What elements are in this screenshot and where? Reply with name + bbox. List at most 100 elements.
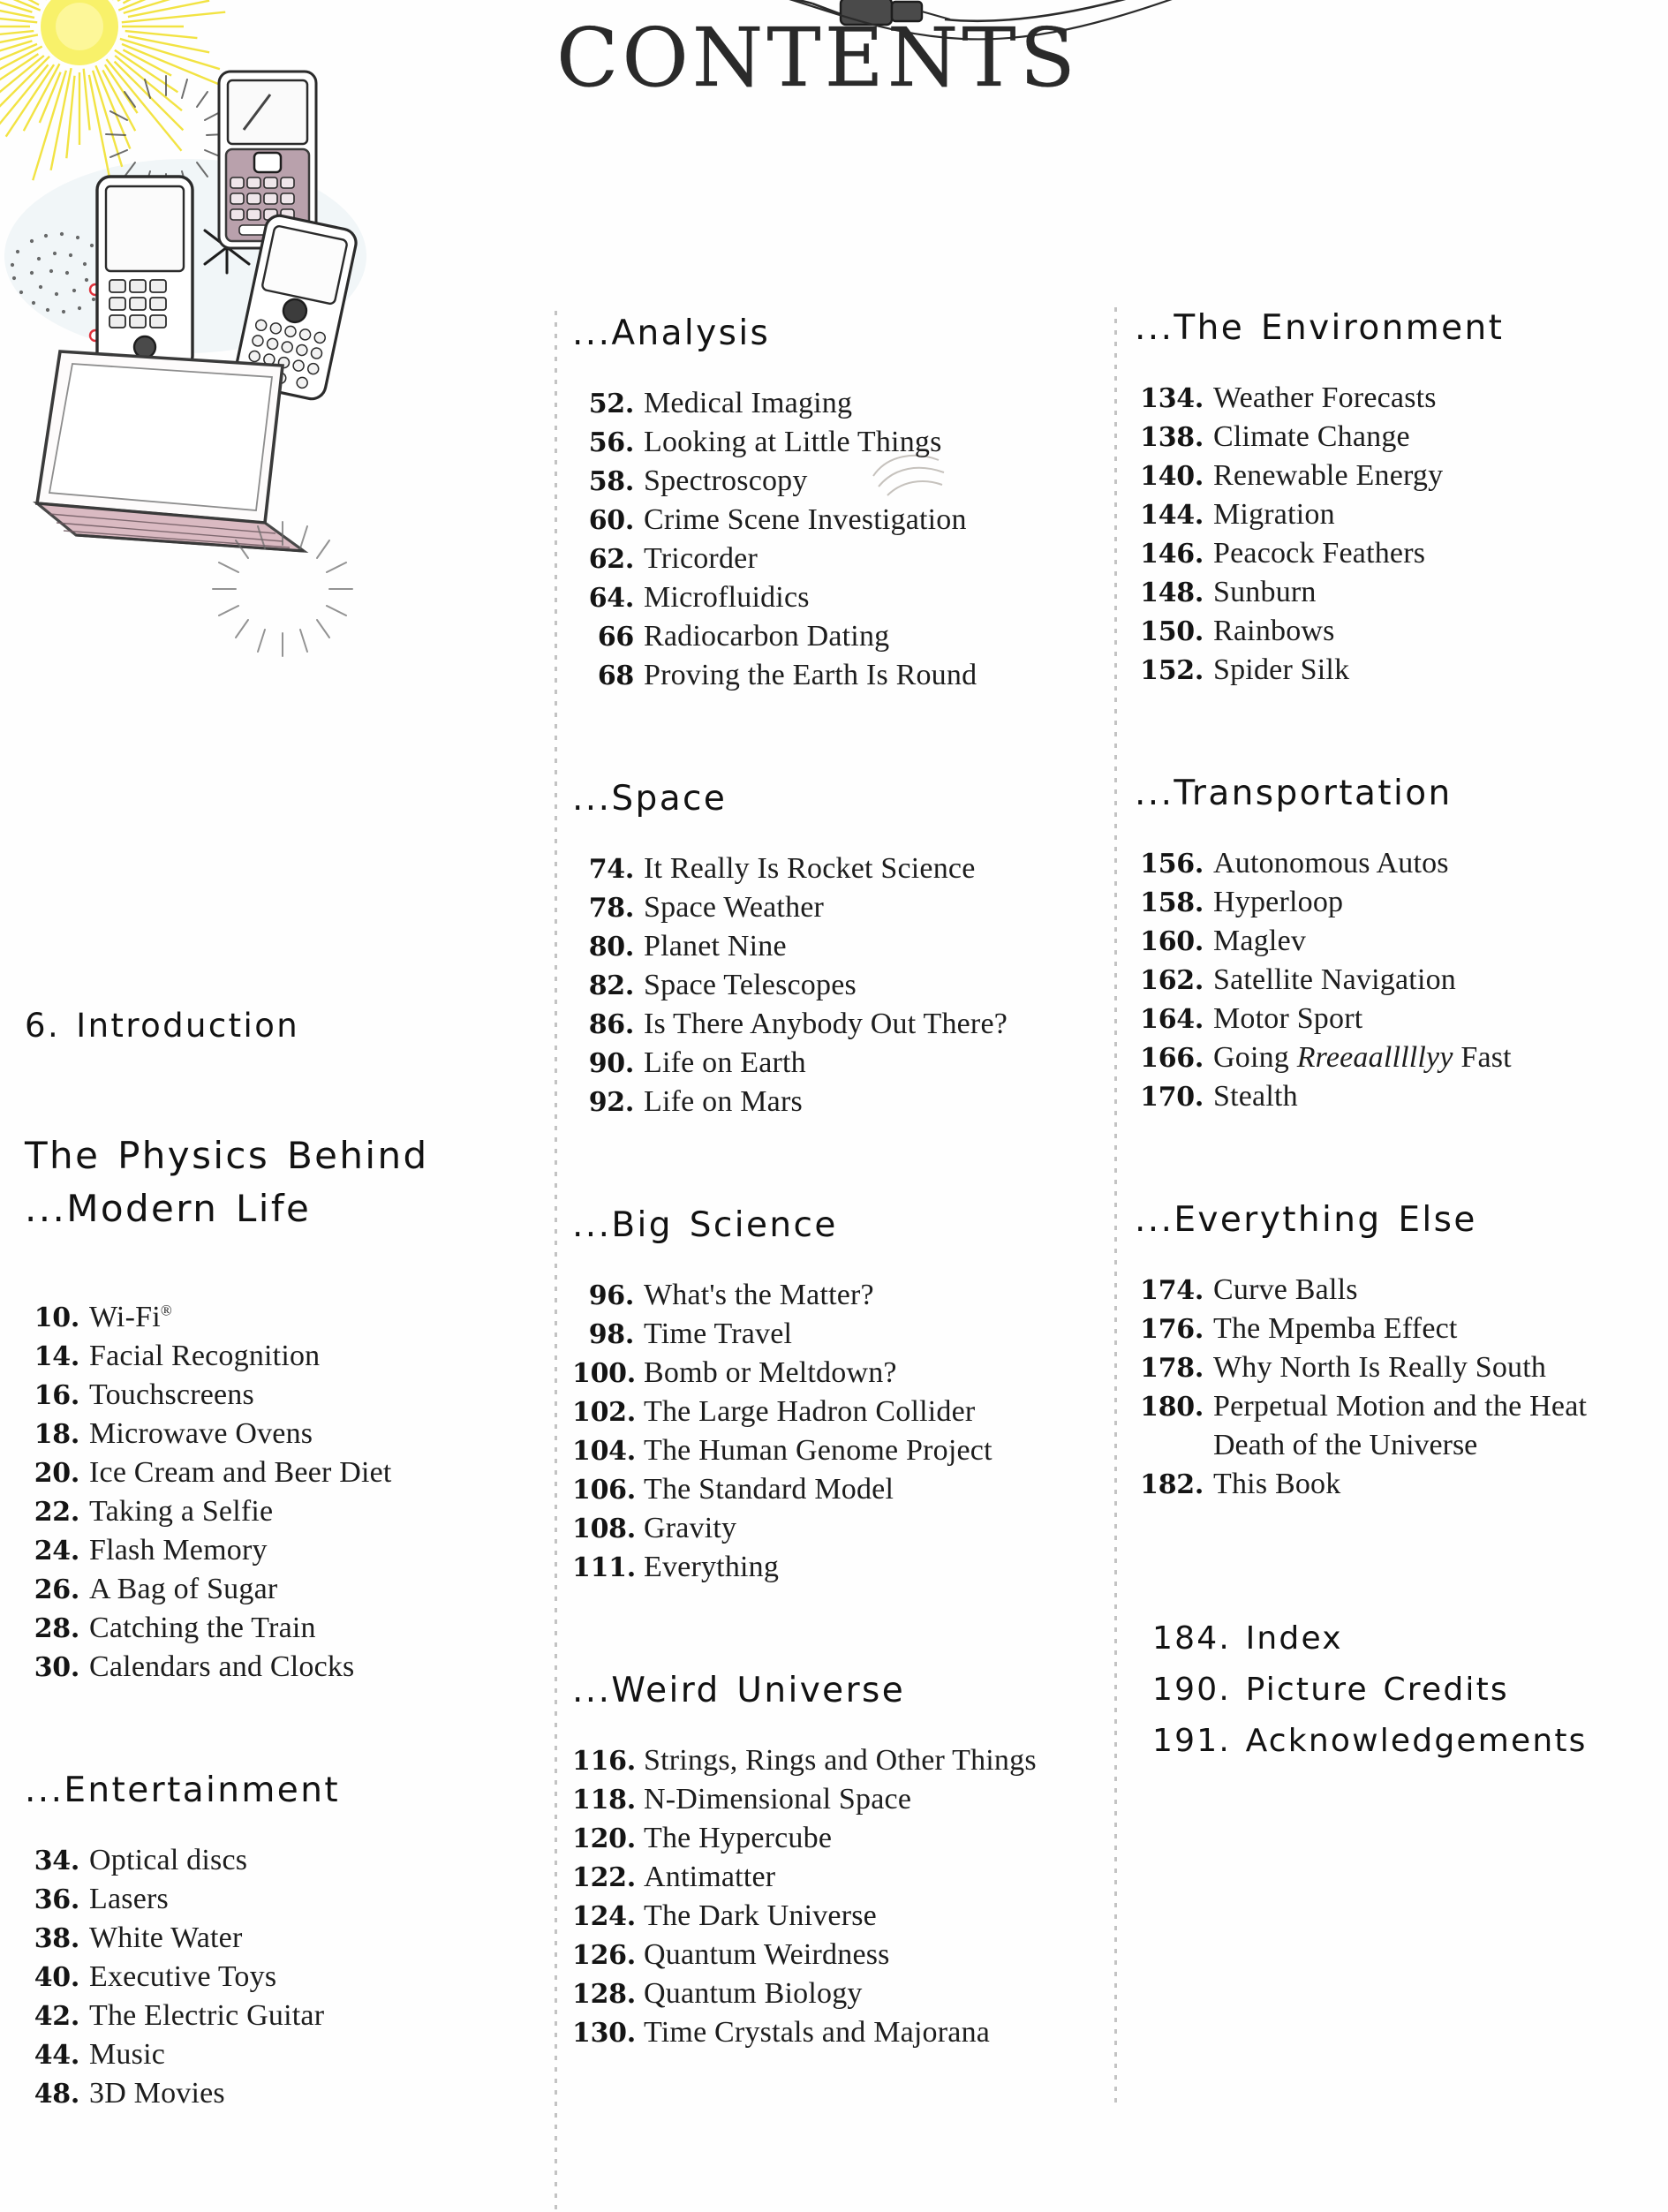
toc-entry[interactable]: 68 Proving the Earth Is Round bbox=[572, 656, 1102, 695]
toc-entry-page-number: 90. bbox=[588, 1047, 635, 1079]
toc-entry[interactable]: 52. Medical Imaging bbox=[572, 384, 1102, 423]
toc-entry[interactable]: 152. Spider Silk bbox=[1135, 651, 1651, 690]
toc-entry[interactable]: 170. Stealth bbox=[1135, 1077, 1651, 1116]
toc-entry[interactable]: 64. Microfluidics bbox=[572, 578, 1102, 617]
toc-entry[interactable]: 111. Everything bbox=[572, 1548, 1102, 1587]
toc-entry[interactable]: 156. Autonomous Autos bbox=[1135, 844, 1651, 883]
toc-entry[interactable]: 14. Facial Recognition bbox=[25, 1337, 546, 1376]
toc-entry-page-number: 170. bbox=[1140, 1081, 1204, 1113]
toc-entry[interactable]: 58. Spectroscopy bbox=[572, 462, 1102, 501]
toc-entry[interactable]: 30. Calendars and Clocks bbox=[25, 1648, 546, 1687]
toc-entry-title: Is There Anybody Out There? bbox=[644, 1007, 1008, 1040]
toc-entry[interactable]: 28. Catching the Train bbox=[25, 1609, 546, 1648]
toc-entry[interactable]: 22. Taking a Selfie bbox=[25, 1492, 546, 1531]
toc-entry[interactable]: 98. Time Travel bbox=[572, 1315, 1102, 1354]
toc-entry[interactable]: 78. Space Weather bbox=[572, 888, 1102, 927]
toc-entry-continuation: Death of the Universe bbox=[1213, 1428, 1478, 1461]
toc-entry[interactable]: 102. The Large Hadron Collider bbox=[572, 1393, 1102, 1431]
toc-entry[interactable]: 18. Microwave Ovens bbox=[25, 1415, 546, 1453]
toc-entry[interactable]: 66 Radiocarbon Dating bbox=[572, 617, 1102, 656]
toc-entry[interactable]: 20. Ice Cream and Beer Diet bbox=[25, 1453, 546, 1492]
toc-entry-page-number: 58. bbox=[588, 465, 635, 497]
toc-entry[interactable]: 138. Climate Change bbox=[1135, 418, 1651, 457]
toc-entry-page-number: 130. bbox=[572, 2017, 636, 2049]
toc-entry[interactable]: 38. White Water bbox=[25, 1919, 546, 1958]
toc-entry-title: What's the Matter? bbox=[644, 1278, 874, 1311]
toc-entry[interactable]: 96. What's the Matter? bbox=[572, 1276, 1102, 1315]
back-matter-entry[interactable]: 190. Picture Credits bbox=[1135, 1665, 1651, 1716]
toc-entry[interactable]: 16. Touchscreens bbox=[25, 1376, 546, 1415]
toc-entry[interactable]: 26. A Bag of Sugar bbox=[25, 1570, 546, 1609]
toc-entry[interactable]: 92. Life on Mars bbox=[572, 1083, 1102, 1121]
toc-entry[interactable]: 182. This Book bbox=[1135, 1465, 1651, 1504]
everything-else-heading: ...Everything Else bbox=[1135, 1199, 1477, 1240]
blue-wash-illustration bbox=[0, 132, 380, 366]
toc-entry[interactable]: 86. Is There Anybody Out There? bbox=[572, 1005, 1102, 1044]
toc-entry[interactable]: 10. Wi-Fi® bbox=[25, 1298, 546, 1337]
toc-entry[interactable]: 150. Rainbows bbox=[1135, 612, 1651, 651]
toc-entry[interactable]: 160. Maglev bbox=[1135, 922, 1651, 961]
toc-entry[interactable]: 90. Life on Earth bbox=[572, 1044, 1102, 1083]
toc-entry[interactable]: 120. The Hypercube bbox=[572, 1819, 1102, 1858]
toc-entry[interactable]: 122. Antimatter bbox=[572, 1858, 1102, 1897]
toc-entry[interactable]: 36. Lasers bbox=[25, 1880, 546, 1919]
toc-entry-title: Ice Cream and Beer Diet bbox=[89, 1456, 392, 1490]
toc-entry-title: Planet Nine bbox=[644, 929, 787, 963]
toc-entry[interactable]: 174. Curve Balls bbox=[1135, 1271, 1651, 1310]
toc-entry[interactable]: 48. 3D Movies bbox=[25, 2074, 546, 2113]
toc-entry[interactable]: 100. Bomb or Meltdown? bbox=[572, 1354, 1102, 1393]
toc-entry[interactable]: 40. Executive Toys bbox=[25, 1958, 546, 1997]
toc-entry-page-number: 52. bbox=[588, 388, 635, 419]
entertainment-heading: ...Entertainment bbox=[25, 1770, 341, 1811]
toc-entry[interactable]: 42. The Electric Guitar bbox=[25, 1997, 546, 2035]
toc-entry[interactable]: 148. Sunburn bbox=[1135, 573, 1651, 612]
toc-entry-page-number: 56. bbox=[588, 427, 635, 458]
toc-entry[interactable]: 130. Time Crystals and Majorana bbox=[572, 2013, 1102, 2052]
toc-entry-title: Renewable Energy bbox=[1213, 458, 1444, 492]
toc-entry[interactable]: 24. Flash Memory bbox=[25, 1531, 546, 1570]
toc-entry[interactable]: 128. Quantum Biology bbox=[572, 1974, 1102, 2013]
toc-entry[interactable]: 104. The Human Genome Project bbox=[572, 1431, 1102, 1470]
toc-entry[interactable]: 178. Why North Is Really South bbox=[1135, 1348, 1651, 1387]
toc-entry[interactable]: 34. Optical discs bbox=[25, 1841, 546, 1880]
toc-entry[interactable]: 134. Weather Forecasts bbox=[1135, 379, 1651, 418]
toc-entry-title: Facial Recognition bbox=[89, 1340, 321, 1373]
toc-entry-title: Time Travel bbox=[644, 1317, 793, 1350]
toc-entry-title: Microfluidics bbox=[644, 580, 810, 614]
toc-entry-title: Curve Balls bbox=[1213, 1272, 1358, 1306]
toc-entry[interactable]: 180. Perpetual Motion and the Heat bbox=[1135, 1387, 1651, 1426]
toc-entry[interactable]: 164. Motor Sport bbox=[1135, 1000, 1651, 1038]
toc-entry-page-number: 182. bbox=[1140, 1468, 1204, 1500]
toc-entry[interactable]: 176. The Mpemba Effect bbox=[1135, 1310, 1651, 1348]
toc-entry-title: This Book bbox=[1213, 1467, 1341, 1500]
toc-entry[interactable]: 80. Planet Nine bbox=[572, 927, 1102, 966]
toc-entry[interactable]: 106. The Standard Model bbox=[572, 1470, 1102, 1509]
toc-entry-page-number: 96. bbox=[588, 1280, 635, 1311]
toc-entry[interactable]: 144. Migration bbox=[1135, 495, 1651, 534]
toc-entry[interactable]: 56. Looking at Little Things bbox=[572, 423, 1102, 462]
toc-entry[interactable]: 44. Music bbox=[25, 2035, 546, 2074]
toc-entry-title: Antimatter bbox=[644, 1860, 776, 1893]
toc-entry[interactable]: 60. Crime Scene Investigation bbox=[572, 501, 1102, 540]
toc-entry[interactable]: 108. Gravity bbox=[572, 1509, 1102, 1548]
toc-entry[interactable]: 118. N-Dimensional Space bbox=[572, 1780, 1102, 1819]
toc-entry[interactable]: 124. The Dark Universe bbox=[572, 1897, 1102, 1936]
introduction-entry[interactable]: 6. Introduction bbox=[25, 1007, 546, 1045]
toc-entry[interactable]: 140. Renewable Energy bbox=[1135, 457, 1651, 495]
toc-entry[interactable]: 62. Tricorder bbox=[572, 540, 1102, 578]
toc-entry[interactable]: 146. Peacock Feathers bbox=[1135, 534, 1651, 573]
toc-entry[interactable]: 166. Going Rreeaalllllyy Fast bbox=[1135, 1038, 1651, 1077]
everything-else-entry-list: 174. Curve Balls 176. The Mpemba Effect 178.… bbox=[1135, 1271, 1651, 1504]
toc-entry[interactable]: 74. It Really Is Rocket Science bbox=[572, 849, 1102, 888]
back-matter-entry[interactable]: 191. Acknowledgements bbox=[1135, 1716, 1651, 1767]
toc-entry[interactable]: 116. Strings, Rings and Other Things bbox=[572, 1741, 1102, 1780]
toc-entry-title: Climate Change bbox=[1213, 419, 1410, 453]
toc-entry[interactable]: 162. Satellite Navigation bbox=[1135, 961, 1651, 1000]
toc-entry-title: Spectroscopy bbox=[644, 464, 808, 497]
back-matter-entry[interactable]: 184. Index bbox=[1135, 1613, 1651, 1665]
toc-entry[interactable]: 82. Space Telescopes bbox=[572, 966, 1102, 1005]
toc-entry-page-number: 48. bbox=[34, 2079, 80, 2110]
toc-entry[interactable]: 158. Hyperloop bbox=[1135, 883, 1651, 922]
laptop-illustration bbox=[18, 327, 327, 587]
toc-entry[interactable]: 126. Quantum Weirdness bbox=[572, 1936, 1102, 1974]
